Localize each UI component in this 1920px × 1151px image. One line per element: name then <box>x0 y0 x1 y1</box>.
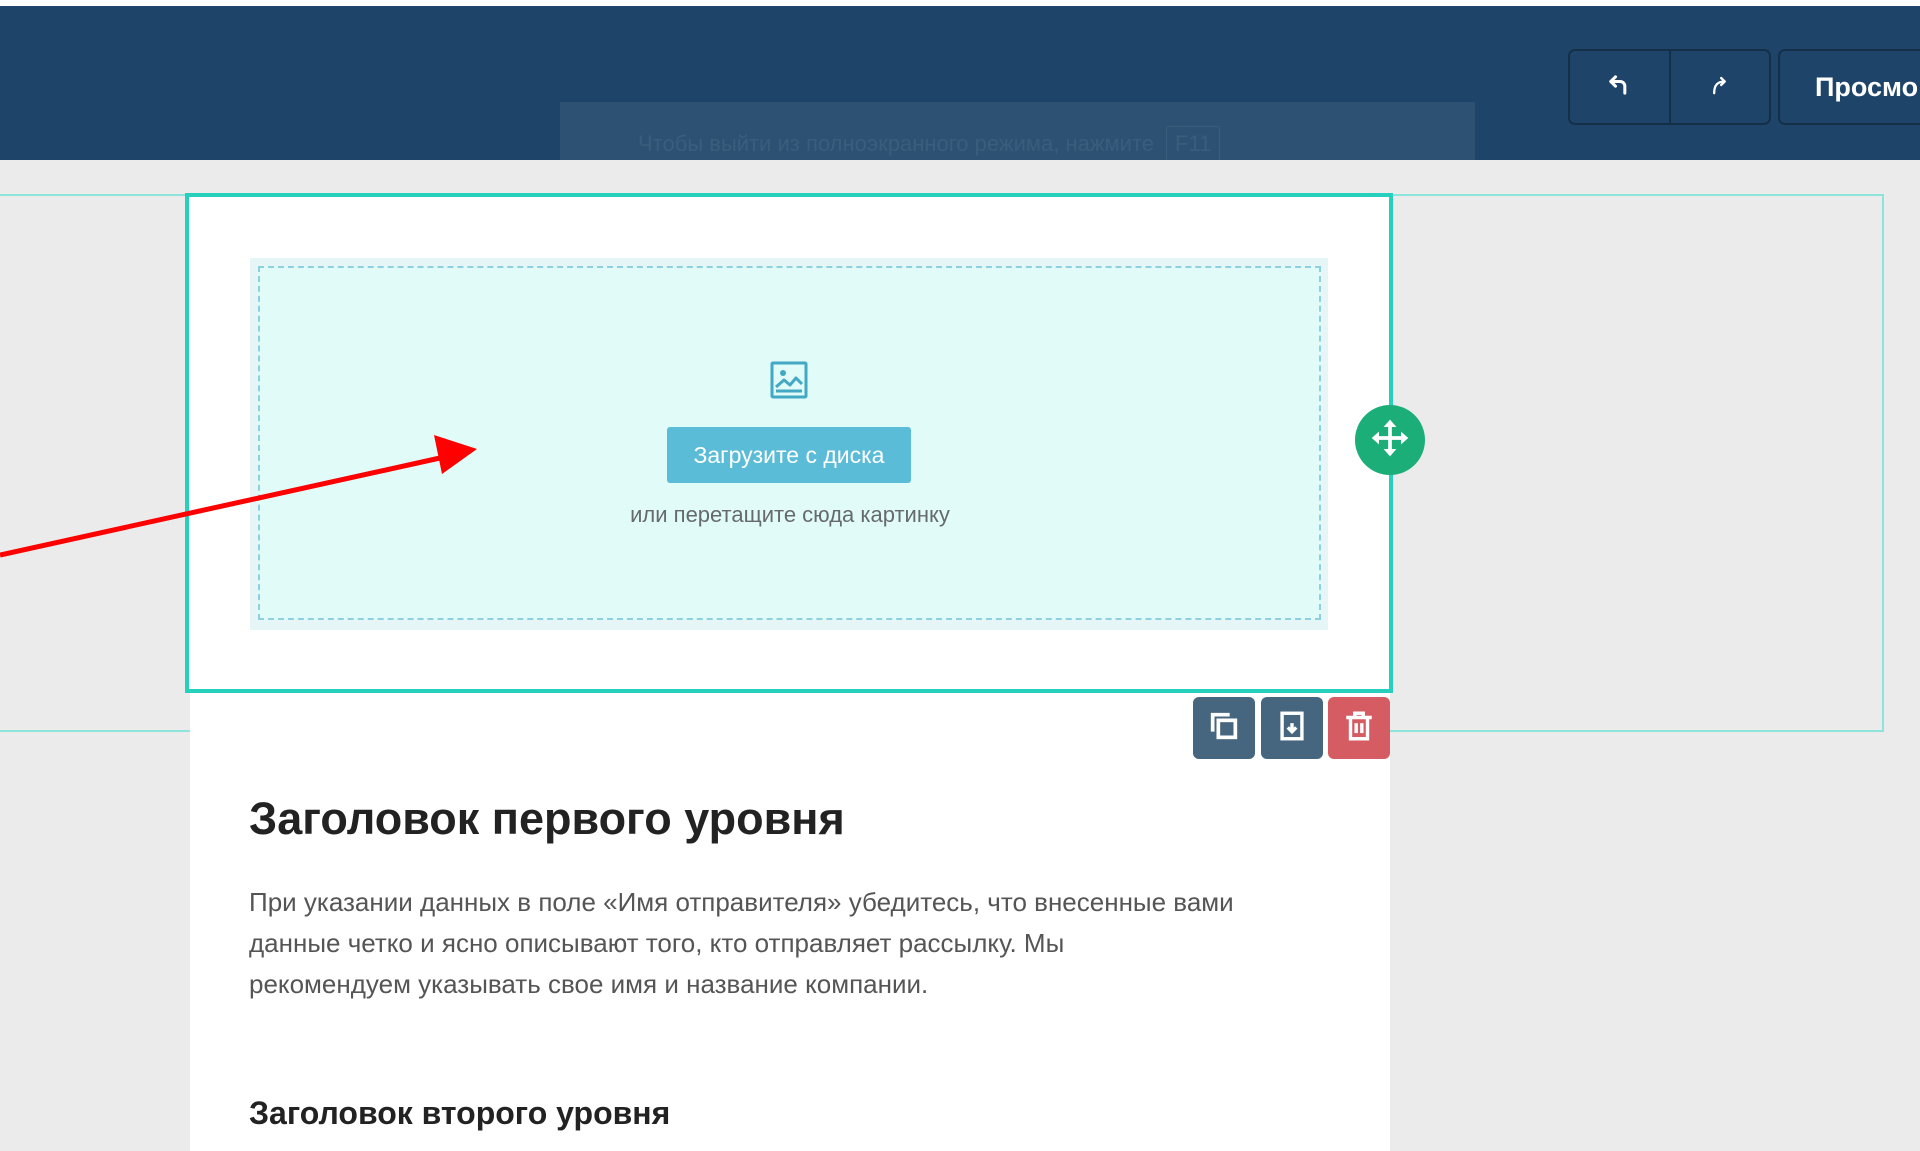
save-icon <box>1275 709 1309 748</box>
history-button-group <box>1568 49 1771 125</box>
preview-label: Просмо <box>1815 71 1919 102</box>
move-icon <box>1368 416 1412 465</box>
trash-icon <box>1342 709 1376 748</box>
upload-button-label: Загрузите с диска <box>693 441 885 468</box>
upload-from-disk-button[interactable]: Загрузите с диска <box>667 427 911 483</box>
redo-icon <box>1706 71 1734 104</box>
paragraph-line: данные четко и ясно описывают того, кто … <box>249 928 1065 958</box>
paragraph-line: рекомендуем указывать свое имя и названи… <box>249 969 929 999</box>
duplicate-block-button[interactable] <box>1193 697 1255 759</box>
fullscreen-hint-text: Чтобы выйти из полноэкранного режима, на… <box>638 131 1155 156</box>
move-block-handle[interactable] <box>1355 405 1425 475</box>
fullscreen-hint-tooltip: Чтобы выйти из полноэкранного режима, на… <box>560 102 1475 186</box>
heading-level-1: Заголовок первого уровня <box>249 793 845 844</box>
redo-button[interactable] <box>1668 51 1770 123</box>
undo-button[interactable] <box>1570 51 1669 123</box>
editor-screen: Просмо Чтобы выйти из полноэкранного реж… <box>0 0 1920 1151</box>
delete-block-button[interactable] <box>1328 697 1390 759</box>
drop-hint-text: или перетащите сюда картинку <box>630 502 950 527</box>
heading-level-2: Заголовок второго уровня <box>249 1095 671 1131</box>
body-paragraph: При указании данных в поле «Имя отправит… <box>249 882 1349 1005</box>
copy-icon <box>1207 709 1241 748</box>
preview-button[interactable]: Просмо <box>1778 49 1920 125</box>
fullscreen-hint-key: F11 <box>1166 126 1221 162</box>
undo-icon <box>1605 71 1633 104</box>
save-block-button[interactable] <box>1261 697 1323 759</box>
paragraph-line: При указании данных в поле «Имя отправит… <box>249 887 1234 917</box>
image-icon <box>769 360 809 400</box>
